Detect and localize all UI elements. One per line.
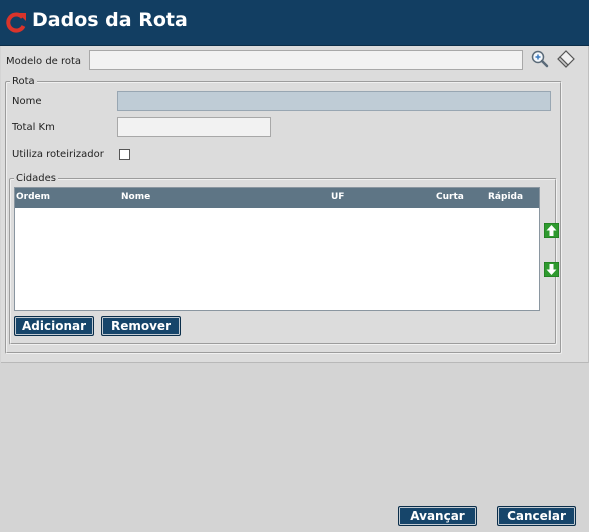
- form-panel: Modelo de rota Rota Nome Total Km Utiliz…: [1, 46, 589, 363]
- column-header-curta[interactable]: Curta: [436, 192, 464, 202]
- title-bar: Dados da Rota: [0, 0, 589, 46]
- total-km-label: Total Km: [12, 122, 55, 133]
- zoom-in-icon[interactable]: [530, 49, 550, 69]
- model-input[interactable]: [89, 50, 523, 70]
- cidades-legend: Cidades: [16, 173, 56, 184]
- window-title: Dados da Rota: [32, 9, 188, 31]
- table-header: Ordem Nome UF Curta Rápida: [15, 188, 539, 208]
- roteirizador-checkbox[interactable]: [119, 149, 130, 160]
- add-button[interactable]: Adicionar: [14, 316, 94, 336]
- total-km-input[interactable]: [117, 117, 271, 137]
- roteirizador-label: Utiliza roteirizador: [12, 149, 104, 160]
- move-up-icon[interactable]: [544, 223, 559, 238]
- column-header-uf[interactable]: UF: [331, 192, 344, 202]
- nome-input[interactable]: [117, 91, 551, 111]
- move-down-icon[interactable]: [544, 262, 559, 277]
- column-header-nome[interactable]: Nome: [121, 192, 150, 202]
- column-header-rapida[interactable]: Rápida: [488, 192, 523, 202]
- nome-label: Nome: [12, 96, 42, 107]
- refresh-icon: [6, 12, 26, 33]
- model-label: Modelo de rota: [6, 56, 82, 67]
- next-button[interactable]: Avançar: [398, 506, 477, 526]
- eraser-icon[interactable]: [557, 49, 577, 69]
- cidades-table[interactable]: Ordem Nome UF Curta Rápida: [14, 187, 540, 311]
- column-header-ordem[interactable]: Ordem: [16, 192, 50, 202]
- remove-button[interactable]: Remover: [101, 316, 181, 336]
- cancel-button[interactable]: Cancelar: [497, 506, 576, 526]
- rota-legend: Rota: [12, 76, 35, 87]
